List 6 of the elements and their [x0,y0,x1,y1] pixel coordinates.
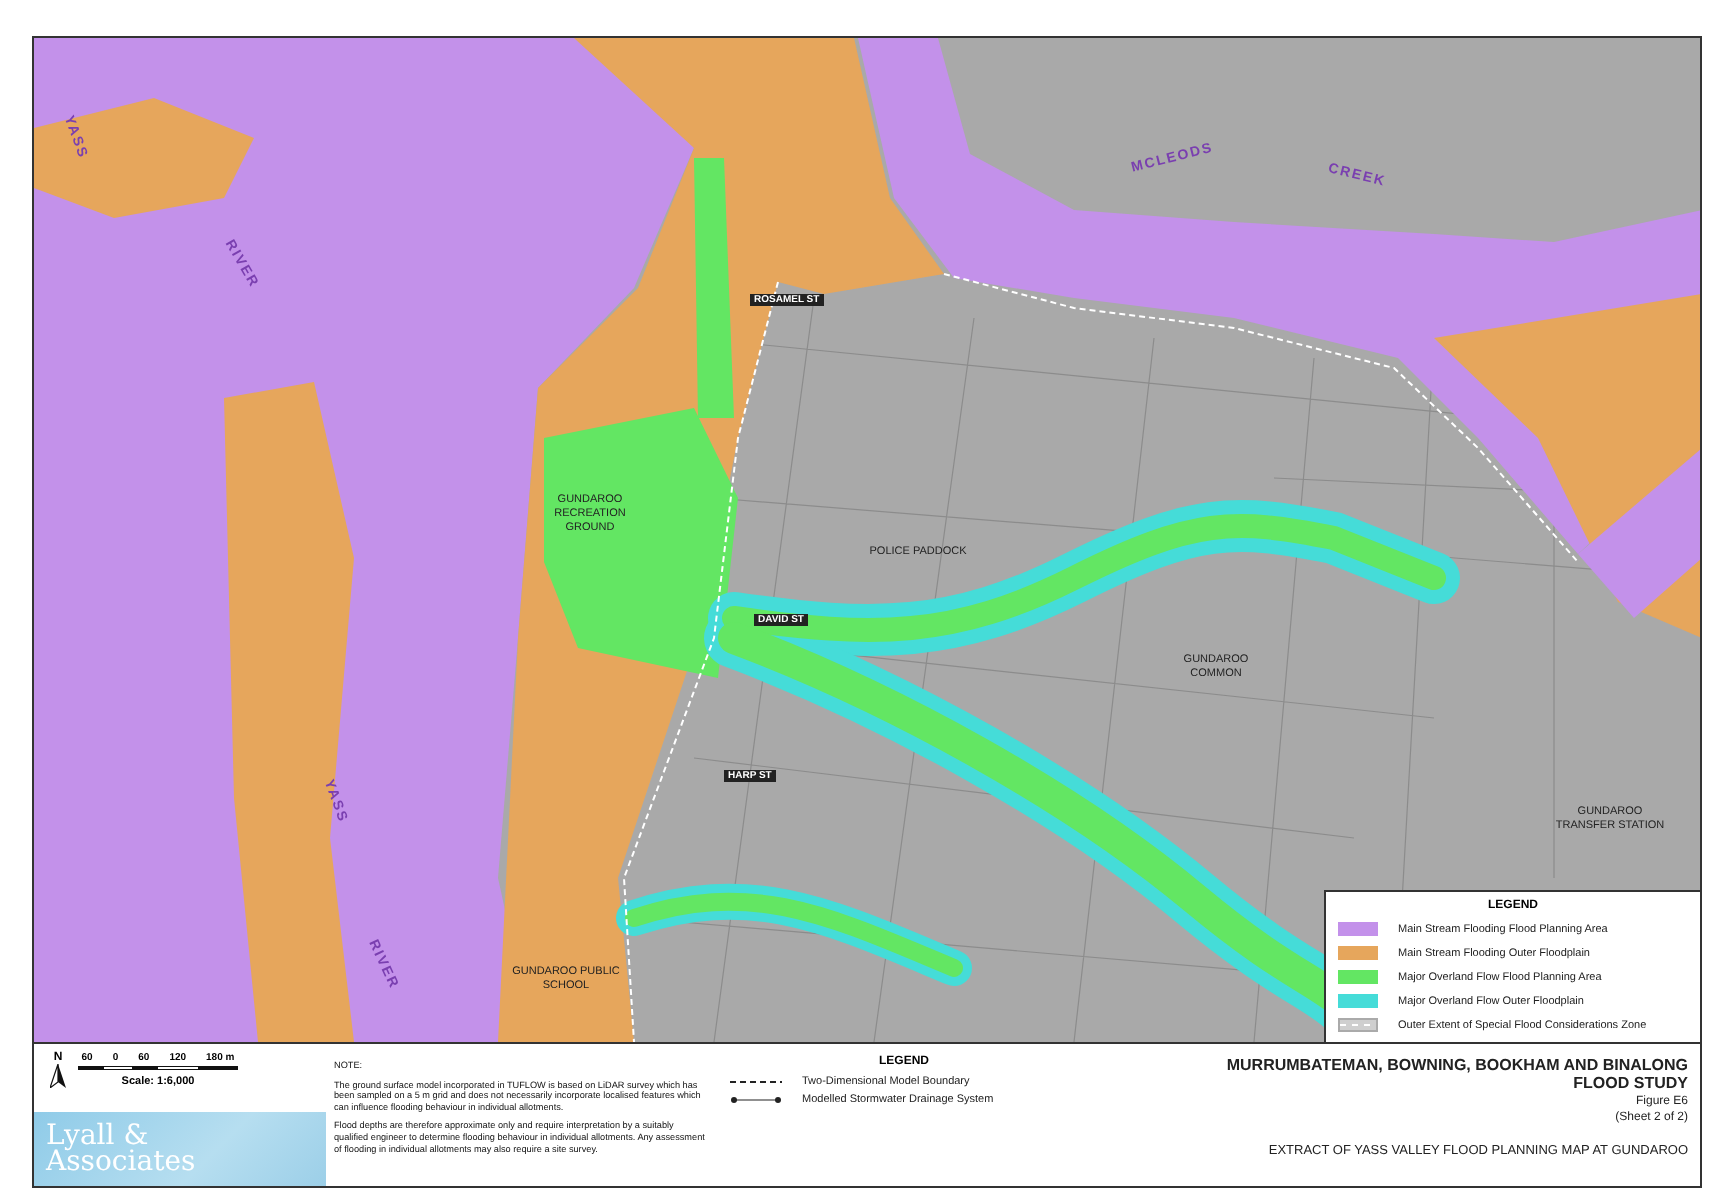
study-title: FLOOD STUDY [1573,1074,1688,1092]
north-arrow-icon [50,1064,66,1088]
pipe-line-symbol [730,1096,782,1104]
dashed-line-symbol [730,1078,782,1086]
company-logo: Lyall & Associates [34,1112,326,1186]
study-title: MURRUMBATEMAN, BOWNING, BOOKHAM AND BINALONG [1226,1056,1688,1074]
